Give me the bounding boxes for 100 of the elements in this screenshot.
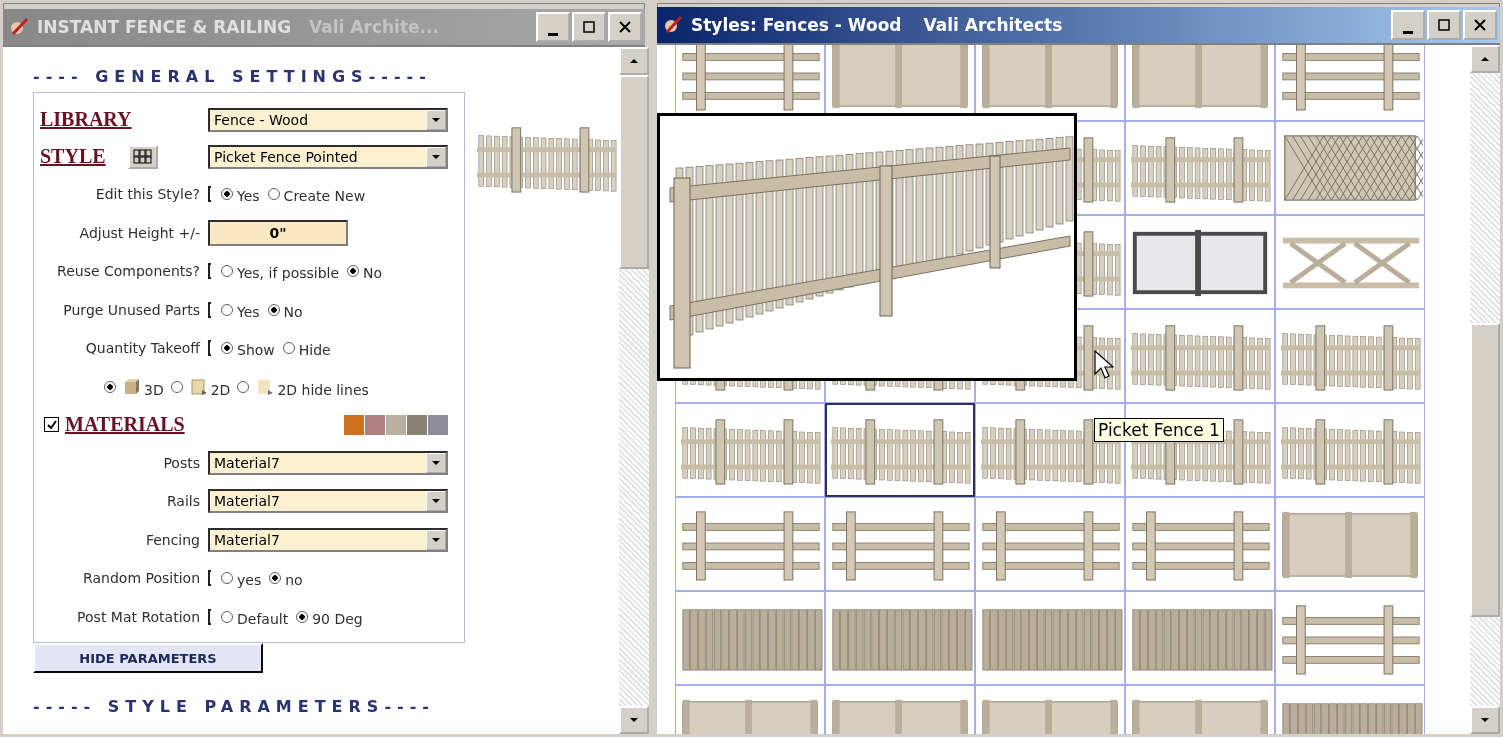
radio-button[interactable] <box>170 380 183 393</box>
fence-style-thumbnail[interactable] <box>675 591 825 685</box>
close-icon <box>1474 19 1486 31</box>
down-arrow-icon <box>1481 716 1489 724</box>
radio-label: Default <box>237 609 289 627</box>
radio-button[interactable] <box>237 380 250 393</box>
bracket-icon <box>208 570 211 587</box>
fence-style-thumbnail[interactable] <box>825 591 975 685</box>
maximize-icon <box>583 21 595 33</box>
caret-icon <box>432 497 440 506</box>
material-swatch[interactable] <box>428 414 448 435</box>
fence-style-thumbnail[interactable] <box>1125 215 1275 309</box>
radio-button[interactable] <box>221 342 233 355</box>
radio-label: yes <box>237 571 262 589</box>
radio-button[interactable] <box>221 610 233 623</box>
fence-style-thumbnail[interactable] <box>1125 591 1275 685</box>
fence-style-thumbnail[interactable] <box>675 497 825 591</box>
radio-button[interactable] <box>269 572 282 585</box>
caret-icon <box>432 115 440 124</box>
fence-style-thumbnail[interactable] <box>975 591 1125 685</box>
option-label: Post Mat Rotation <box>76 608 200 625</box>
maximize-button[interactable] <box>1427 10 1461 40</box>
maximize-icon <box>1438 19 1450 31</box>
material-swatch[interactable] <box>386 414 406 435</box>
radio-button[interactable] <box>221 265 233 278</box>
radio-label: No <box>363 264 383 282</box>
style-dropdown[interactable]: Picket Fence Pointed <box>208 144 448 169</box>
radio-button[interactable] <box>267 303 280 316</box>
fence-style-thumbnail[interactable] <box>1275 497 1425 591</box>
radio-button[interactable] <box>347 265 360 278</box>
up-arrow-icon <box>630 57 638 65</box>
fence-style-thumbnail[interactable] <box>1125 45 1275 121</box>
fence-style-thumbnail[interactable] <box>1125 121 1275 215</box>
pencil-icon <box>9 17 29 37</box>
fence-style-thumbnail[interactable] <box>1275 591 1425 685</box>
hide-parameters-button[interactable]: HIDE PARAMETERS <box>33 643 263 673</box>
materials-label: MATERIALS <box>65 413 185 436</box>
scrollbar[interactable] <box>619 47 649 734</box>
fence-style-thumbnail[interactable] <box>825 497 975 591</box>
close-button[interactable] <box>1463 10 1497 40</box>
radio-label: Yes <box>237 187 260 205</box>
bracket-icon <box>208 301 211 318</box>
radio-label: Show <box>237 341 275 359</box>
option-label: Adjust Height +/- <box>78 224 200 241</box>
fence-style-thumbnail[interactable] <box>1275 309 1425 403</box>
option-label: Edit this Style? <box>94 186 200 203</box>
fence-style-thumbnail[interactable] <box>975 45 1125 121</box>
radio-label: No <box>283 302 303 320</box>
material-swatch[interactable] <box>365 414 385 435</box>
fence-style-thumbnail[interactable] <box>675 403 825 497</box>
radio-button[interactable] <box>282 342 295 355</box>
fence-style-thumbnail[interactable] <box>1275 215 1425 309</box>
radio-label: Create New <box>283 187 366 205</box>
radio-label: Yes, if possible <box>237 264 340 282</box>
radio-label: Hide <box>298 341 331 359</box>
library-label: LIBRARY <box>40 108 133 131</box>
radio-button[interactable] <box>104 380 116 393</box>
bracket-icon <box>208 263 211 280</box>
section-heading: ---- GENERAL SETTINGS----- <box>33 67 433 86</box>
height-input-field[interactable]: 0" <box>208 219 348 246</box>
fence-style-thumbnail[interactable] <box>825 403 975 497</box>
caret-icon <box>432 458 440 467</box>
radio-button[interactable] <box>221 572 233 585</box>
grid-view-button[interactable] <box>127 144 158 169</box>
caret-icon <box>432 535 440 544</box>
scroll-up-button[interactable] <box>1470 45 1500 73</box>
up-arrow-icon <box>1481 55 1489 63</box>
option-label: Posts <box>162 454 200 471</box>
library-dropdown[interactable]: Fence - Wood <box>208 107 448 132</box>
scroll-down-button[interactable] <box>619 706 649 734</box>
pencil-icon <box>663 15 683 35</box>
option-label: Fencing <box>144 531 200 548</box>
material-dropdown[interactable]: Material7 <box>208 450 448 475</box>
box-icon <box>189 377 208 396</box>
radio-label: 90 Deg <box>312 609 363 627</box>
material-swatch[interactable] <box>344 414 364 435</box>
material-dropdown[interactable]: Material7 <box>208 489 448 514</box>
option-label: Reuse Components? <box>56 263 200 280</box>
materials-checkbox[interactable] <box>44 417 59 432</box>
radio-button[interactable] <box>221 303 233 316</box>
radio-button[interactable] <box>267 188 280 201</box>
radio-button[interactable] <box>296 610 309 623</box>
fence-style-thumbnail[interactable] <box>1125 309 1275 403</box>
view-mode-label: 2D <box>210 380 231 398</box>
fence-style-thumbnail[interactable] <box>1275 403 1425 497</box>
fence-style-thumbnail[interactable] <box>1275 45 1425 121</box>
mouse-pointer-icon <box>1094 350 1114 380</box>
fence-style-thumbnail[interactable] <box>975 497 1125 591</box>
minimize-button[interactable] <box>1391 10 1425 40</box>
caret-icon <box>432 152 440 161</box>
material-swatch[interactable] <box>407 414 427 435</box>
scroll-up-button[interactable] <box>619 47 649 75</box>
fence-style-thumbnail[interactable] <box>1275 121 1425 215</box>
bracket-icon <box>208 340 211 357</box>
fence-style-thumbnail[interactable] <box>1125 497 1275 591</box>
scroll-down-button[interactable] <box>1470 706 1500 734</box>
radio-button[interactable] <box>221 188 233 201</box>
material-dropdown[interactable]: Material7 <box>208 527 448 552</box>
scrollbar[interactable] <box>1470 45 1500 734</box>
view-mode-label: 3D <box>144 380 164 398</box>
